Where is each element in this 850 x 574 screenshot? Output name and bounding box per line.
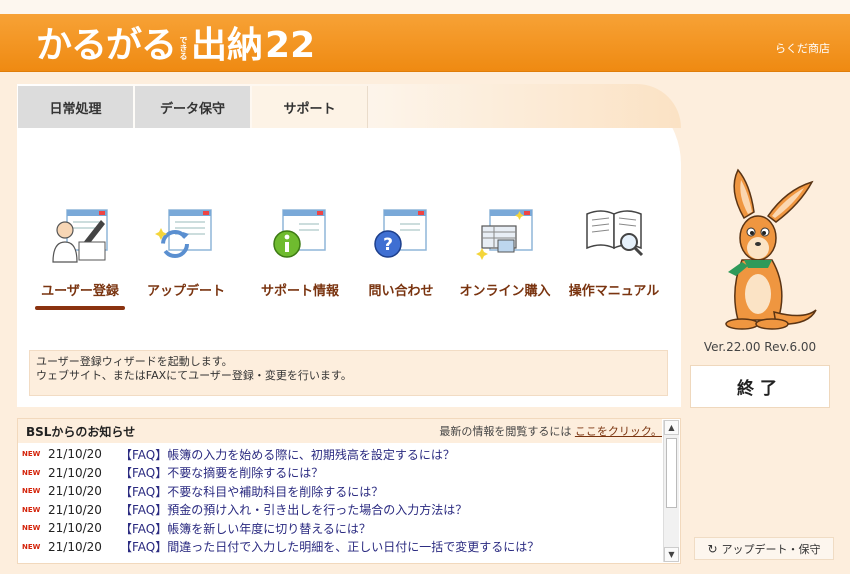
feature-label: ユーザー登録 (41, 284, 119, 299)
news-item[interactable]: NEW 21/10/20 【FAQ】帳簿を新しい年度に切り替えるには？ (18, 519, 662, 538)
top-strip (0, 0, 850, 14)
app-header: かるがる できる 出納 22 らくだ商店 (0, 14, 850, 72)
feature-label: サポート情報 (260, 284, 339, 299)
news-text: 【FAQ】不要な摘要を削除するには？ (120, 466, 324, 481)
user-registration-icon (52, 209, 108, 263)
tab-bar: 日常処理 データ保守 サポート (17, 84, 681, 128)
news-text: 【FAQ】帳簿を新しい年度に切り替えるには？ (120, 521, 371, 536)
news-list: NEW 21/10/20 【FAQ】帳簿の入力を始める際に、初期残高を設定するに… (18, 445, 662, 556)
news-date: 21/10/20 (48, 539, 102, 554)
svg-text:?: ? (383, 235, 393, 255)
news-date: 21/10/20 (48, 521, 102, 536)
news-date: 21/10/20 (48, 447, 102, 462)
feature-label: アップデート (146, 284, 225, 299)
news-panel: BSLからのお知らせ 最新の情報を閲覧するには ここをクリック。 NEW 21/… (17, 418, 681, 564)
inquiry-icon: ? (374, 209, 427, 258)
description-box: ユーザー登録ウィザードを起動します。 ウェブサイト、またはFAXにてユーザー登録… (29, 350, 668, 396)
new-badge: NEW (22, 524, 41, 533)
inquiry-button[interactable]: ? 問い合わせ (351, 202, 451, 312)
feature-label: 問い合わせ (368, 284, 434, 299)
company-name: らくだ商店 (775, 42, 830, 55)
version-label: Ver.22.00 Rev.6.00 (703, 340, 817, 354)
news-link-area: 最新の情報を閲覧するには ここをクリック。 (439, 423, 662, 439)
logo-sub-text: できる (179, 36, 189, 60)
description-line-2: ウェブサイト、またはFAXにてユーザー登録・変更を行います。 (36, 369, 352, 382)
exit-button[interactable]: 終了 (690, 365, 830, 408)
new-badge: NEW (22, 450, 41, 459)
update-maintenance-button[interactable]: ↻ アップデート・保守 (694, 537, 834, 560)
news-date: 21/10/20 (48, 502, 102, 517)
news-item[interactable]: NEW 21/10/20 【FAQ】帳簿の入力を始める際に、初期残高を設定するに… (18, 445, 662, 464)
news-date: 21/10/20 (48, 484, 102, 499)
news-text: 【FAQ】預金の預け入れ・引き出しを行った場合の入力方法は？ (120, 503, 468, 518)
feature-label: 操作マニュアル (568, 284, 660, 299)
logo-version-number: 22 (265, 25, 316, 66)
news-date: 21/10/20 (48, 465, 102, 480)
new-badge: NEW (22, 468, 41, 477)
support-panel: 日常処理 データ保守 サポート ユーザー登録 アップデート サポート情報 ? 問… (17, 84, 681, 407)
scroll-up-icon[interactable]: ▲ (664, 420, 679, 435)
operation-manual-button[interactable]: 操作マニュアル (560, 202, 668, 312)
tab-support[interactable]: サポート (252, 86, 368, 128)
online-purchase-icon (476, 209, 533, 260)
news-latest-link[interactable]: ここをクリック。 (575, 425, 662, 438)
scroll-down-icon[interactable]: ▼ (664, 547, 679, 562)
tab-daily[interactable]: 日常処理 (18, 86, 133, 128)
manual-icon (586, 210, 644, 257)
update-feature-button[interactable]: アップデート (139, 202, 233, 312)
feature-label: オンライン購入 (459, 284, 551, 299)
feature-row: ユーザー登録 アップデート サポート情報 ? 問い合わせ オンライン購入 操作マ… (17, 202, 681, 312)
update-maintenance-label: アップデート・保守 (721, 542, 821, 556)
news-item[interactable]: NEW 21/10/20 【FAQ】不要な摘要を削除するには？ (18, 464, 662, 483)
update-icon (155, 209, 212, 258)
tab-data-maintenance[interactable]: データ保守 (135, 86, 250, 128)
logo-main-text: かるがる (36, 25, 177, 66)
reload-icon: ↻ (707, 541, 718, 556)
news-text: 【FAQ】間違った日付で入力した明細を、正しい日付に一括で変更するには？ (120, 540, 540, 555)
support-info-button[interactable]: サポート情報 (245, 202, 355, 312)
new-badge: NEW (22, 505, 41, 514)
scroll-thumb[interactable] (666, 438, 677, 508)
online-purchase-button[interactable]: オンライン購入 (453, 202, 557, 312)
description-line-1: ユーザー登録ウィザードを起動します。 (36, 355, 233, 368)
selected-indicator (35, 306, 125, 310)
news-link-prefix: 最新の情報を閲覧するには (439, 425, 572, 438)
user-registration-button[interactable]: ユーザー登録 (31, 202, 129, 312)
app-logo: かるがる できる 出納 22 (36, 18, 315, 68)
news-scrollbar[interactable]: ▲ ▼ (663, 420, 679, 562)
kangaroo-mascot-icon (725, 168, 817, 330)
news-header: BSLからのお知らせ 最新の情報を閲覧するには ここをクリック。 (18, 419, 662, 443)
new-badge: NEW (22, 542, 41, 551)
news-item[interactable]: NEW 21/10/20 【FAQ】不要な科目や補助科目を削除するには？ (18, 482, 662, 501)
news-item[interactable]: NEW 21/10/20 【FAQ】預金の預け入れ・引き出しを行った場合の入力方… (18, 501, 662, 520)
support-info-icon (273, 209, 326, 258)
news-item[interactable]: NEW 21/10/20 【FAQ】間違った日付で入力した明細を、正しい日付に一… (18, 538, 662, 557)
news-title: BSLからのお知らせ (26, 424, 136, 439)
new-badge: NEW (22, 487, 41, 496)
news-text: 【FAQ】帳簿の入力を始める際に、初期残高を設定するには？ (120, 447, 455, 462)
logo-name-text: 出納 (191, 25, 264, 66)
news-text: 【FAQ】不要な科目や補助科目を削除するには？ (120, 484, 384, 499)
